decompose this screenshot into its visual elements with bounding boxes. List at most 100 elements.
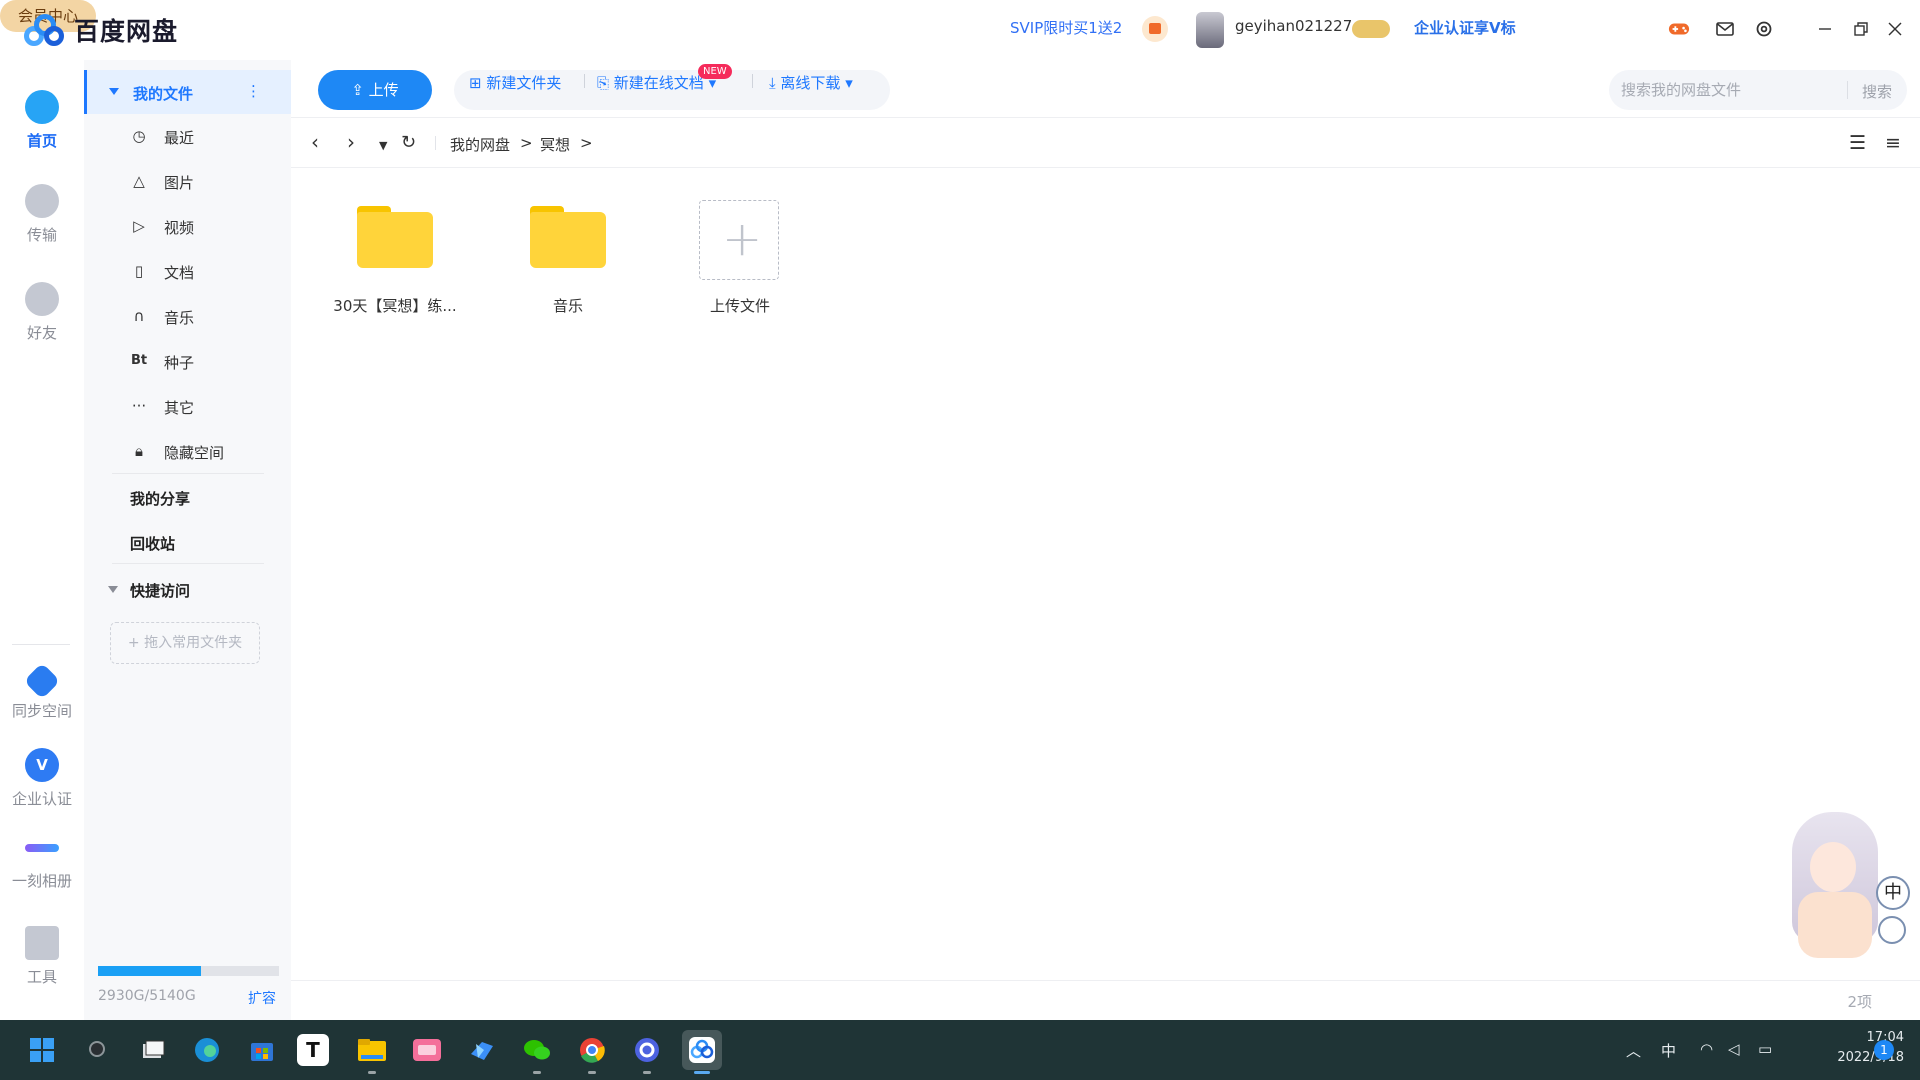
app-icon[interactable] bbox=[627, 1030, 667, 1074]
nav-transfer[interactable]: 传输 bbox=[0, 184, 84, 245]
forward-arrow-icon[interactable]: › bbox=[347, 132, 355, 152]
transfer-icon bbox=[25, 184, 59, 218]
ime-mode-icon[interactable] bbox=[1878, 916, 1906, 944]
file-item-folder[interactable]: 30天【冥想】练... bbox=[325, 198, 465, 318]
folder-icon bbox=[357, 206, 433, 268]
sort-icon[interactable]: ☰ bbox=[1849, 132, 1866, 154]
divider bbox=[435, 136, 436, 150]
video-icon: ▷ bbox=[133, 217, 145, 235]
app-title: 百度网盘 bbox=[74, 17, 179, 46]
nav-friends[interactable]: 好友 bbox=[0, 282, 84, 343]
wifi-icon[interactable]: ◠ bbox=[1700, 1040, 1713, 1058]
task-view-icon[interactable] bbox=[133, 1030, 173, 1070]
file-item-folder[interactable]: 音乐 bbox=[498, 198, 638, 318]
start-icon[interactable] bbox=[22, 1030, 62, 1070]
minimize-icon[interactable] bbox=[1814, 18, 1836, 40]
divider bbox=[752, 74, 753, 88]
upload-button-label: 上传 bbox=[368, 81, 399, 99]
clock-time[interactable]: 17:04 bbox=[1846, 1030, 1904, 1045]
sidebar-item-my-share[interactable]: 我的分享 bbox=[130, 488, 190, 509]
username[interactable]: geyihan021227 bbox=[1235, 17, 1352, 35]
collapse-triangle-icon[interactable] bbox=[109, 88, 119, 95]
nav-enterprise[interactable]: V 企业认证 bbox=[0, 748, 84, 809]
typora-icon[interactable]: T bbox=[297, 1034, 329, 1066]
breadcrumb-item[interactable]: 冥想 bbox=[540, 134, 570, 155]
volume-icon[interactable]: ◁ bbox=[1728, 1040, 1740, 1058]
nav-sync-space[interactable]: 同步空间 bbox=[0, 662, 84, 721]
bt-icon: Bt bbox=[130, 353, 148, 368]
upload-file-tile[interactable]: + 上传文件 bbox=[670, 198, 810, 318]
tray-chevron-up-icon[interactable]: ︿ bbox=[1626, 1040, 1641, 1061]
upload-button[interactable]: ⇪ 上传 bbox=[318, 70, 432, 110]
nav-album[interactable]: 一刻相册 bbox=[0, 830, 84, 891]
svip-promo-link[interactable]: SVIP限时买1送2 bbox=[1010, 17, 1122, 38]
mail-icon[interactable] bbox=[1714, 18, 1736, 40]
history-dropdown-icon[interactable]: ▼ bbox=[379, 136, 387, 156]
sidebar-item-hidden-space[interactable]: 🔒︎ 隐藏空间 bbox=[84, 433, 291, 469]
enterprise-promo-link[interactable]: 企业认证享V标 bbox=[1414, 17, 1516, 38]
friends-icon bbox=[25, 282, 59, 316]
sidebar-item-documents[interactable]: ▯ 文档 bbox=[84, 253, 291, 289]
chrome-icon[interactable] bbox=[572, 1030, 612, 1074]
quick-access-triangle-icon[interactable] bbox=[108, 586, 118, 593]
item-count: 2项 bbox=[1847, 993, 1872, 1011]
nav-home-label: 首页 bbox=[26, 132, 57, 150]
battery-icon[interactable]: ▭ bbox=[1758, 1040, 1772, 1058]
quick-access-heading[interactable]: 快捷访问 bbox=[130, 580, 190, 601]
search-icon[interactable] bbox=[78, 1030, 118, 1070]
status-bar: 2项 bbox=[291, 980, 1920, 1020]
divider bbox=[584, 74, 585, 88]
sidebar-item-my-files[interactable]: 我的文件 ⋮ bbox=[84, 70, 291, 114]
tray-ime-label[interactable]: 中 bbox=[1661, 1040, 1676, 1061]
doc-plus-icon: ⎘ bbox=[597, 74, 614, 92]
sidebar-item-images[interactable]: △ 图片 bbox=[84, 163, 291, 199]
nav-home[interactable]: 首页 bbox=[0, 90, 84, 151]
sidebar-item-torrents[interactable]: Bt 种子 bbox=[84, 343, 291, 379]
more-vertical-icon[interactable]: ⋮ bbox=[246, 82, 261, 100]
upload-tile-box: + bbox=[699, 200, 779, 280]
notification-badge[interactable]: 1 bbox=[1874, 1040, 1894, 1060]
expand-storage-link[interactable]: 扩容 bbox=[248, 988, 276, 1008]
sidebar-item-music[interactable]: ∩ 音乐 bbox=[84, 298, 291, 334]
settings-gear-icon[interactable] bbox=[1753, 18, 1775, 40]
sidebar: 我的文件 ⋮ ◷ 最近 △ 图片 ▷ 视频 ▯ 文档 ∩ 音乐 Bt 种子 ··… bbox=[84, 60, 291, 1020]
avatar[interactable] bbox=[1196, 12, 1224, 48]
search-button[interactable]: 搜索 bbox=[1862, 81, 1892, 102]
sidebar-item-recycle-bin[interactable]: 回收站 bbox=[130, 533, 175, 554]
new-folder-label: 新建文件夹 bbox=[486, 74, 562, 92]
baidu-netdisk-icon[interactable] bbox=[682, 1030, 722, 1074]
gift-icon[interactable] bbox=[1142, 16, 1168, 42]
store-icon[interactable] bbox=[242, 1030, 282, 1070]
search-input[interactable] bbox=[1621, 70, 1841, 110]
storage-progress-bar bbox=[98, 966, 279, 976]
offline-download-button[interactable]: ⤓ 离线下载 ▾ bbox=[769, 72, 853, 93]
sidebar-item-recent[interactable]: ◷ 最近 bbox=[84, 118, 291, 154]
title-bar: 百度网盘 SVIP限时买1送2 geyihan021227 企业认证享V标 会员… bbox=[0, 0, 1920, 60]
download-icon: ⤓ bbox=[769, 74, 781, 92]
file-explorer-icon[interactable] bbox=[352, 1030, 392, 1074]
sidebar-item-label: 音乐 bbox=[164, 309, 195, 327]
bilibili-icon[interactable] bbox=[407, 1030, 447, 1070]
sidebar-item-videos[interactable]: ▷ 视频 bbox=[84, 208, 291, 244]
list-view-icon[interactable]: ≡ bbox=[1885, 132, 1901, 154]
close-icon[interactable] bbox=[1884, 18, 1906, 40]
edge-icon[interactable] bbox=[187, 1030, 227, 1070]
breadcrumb-item[interactable]: 我的网盘 bbox=[450, 134, 510, 155]
ime-indicator[interactable]: 中 bbox=[1876, 876, 1910, 910]
refresh-icon[interactable]: ↻ bbox=[401, 133, 416, 153]
nav-divider bbox=[12, 644, 70, 645]
chevron-down-icon: ▾ bbox=[840, 74, 853, 92]
drop-folder-zone[interactable]: + 拖入常用文件夹 bbox=[110, 622, 260, 664]
wechat-icon[interactable] bbox=[517, 1030, 557, 1074]
sidebar-item-other[interactable]: ··· 其它 bbox=[84, 388, 291, 424]
new-folder-button[interactable]: ⊞ 新建文件夹 bbox=[469, 72, 561, 93]
back-arrow-icon[interactable]: ‹ bbox=[311, 132, 319, 152]
nav-tools[interactable]: 工具 bbox=[0, 926, 84, 987]
sidebar-item-label: 隐藏空间 bbox=[164, 444, 225, 462]
feishu-icon[interactable] bbox=[462, 1030, 502, 1070]
nav-album-label: 一刻相册 bbox=[11, 872, 72, 890]
restore-icon[interactable] bbox=[1850, 18, 1872, 40]
document-icon: ▯ bbox=[134, 262, 144, 280]
coin-badge-icon[interactable] bbox=[1352, 20, 1390, 38]
game-controller-icon[interactable] bbox=[1668, 18, 1690, 40]
